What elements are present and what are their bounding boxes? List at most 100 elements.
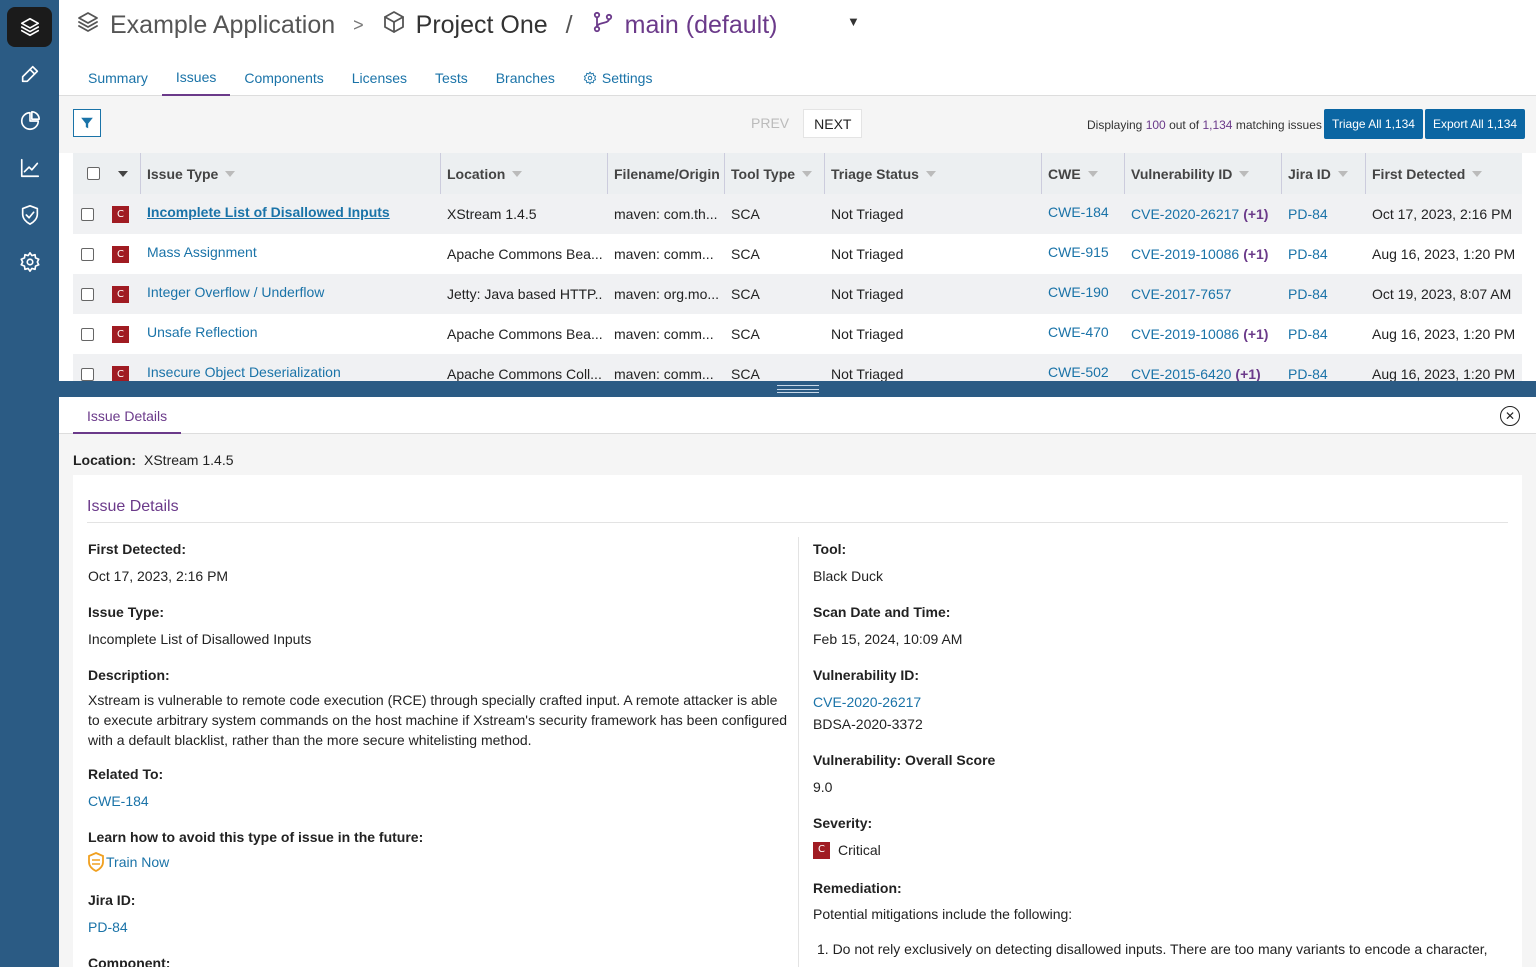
tab-licenses[interactable]: Licenses [338,60,421,96]
tool-value: Black Duck [813,568,884,584]
tab-issues[interactable]: Issues [161,60,231,96]
jira-id-link[interactable]: PD-84 [1288,286,1328,302]
tab-branches[interactable]: Branches [482,60,569,96]
col-first-detected[interactable]: First Detected [1365,153,1522,194]
table-row[interactable]: C Integer Overflow / Underflow Jetty: Ja… [73,274,1522,314]
jira-id-link[interactable]: PD-84 [1288,326,1328,342]
tools-nav-button[interactable] [7,54,52,94]
close-details-button[interactable]: ✕ [1500,406,1520,426]
vulnerability-extra-count[interactable]: (+1) [1235,366,1260,381]
jira-id-value: PD-84 [88,917,128,937]
cwe-link[interactable]: CWE-184 [1048,204,1109,220]
breadcrumb-project[interactable]: Project One [416,11,548,40]
issue-details-panel: Issue Details ✕ Location: XStream 1.4.5 I… [59,397,1536,967]
vulnerability-cve-value: CVE-2020-26217 [813,692,921,712]
gear-icon [19,252,40,272]
breadcrumb-application[interactable]: Example Application [110,11,335,40]
vulnerability-extra-count[interactable]: (+1) [1243,326,1268,342]
page-header: Example Application > Project One / main… [59,0,1536,96]
table-row[interactable]: C Mass Assignment Apache Commons Bea... … [73,234,1522,274]
vulnerability-cve-link[interactable]: CVE-2020-26217 [813,694,921,710]
col-jira-id-label: Jira ID [1288,165,1331,182]
jira-id-cell: PD-84 [1288,274,1363,314]
table-row[interactable]: C Unsafe Reflection Apache Commons Bea..… [73,314,1522,354]
col-triage-status[interactable]: Triage Status [824,153,1041,194]
card-title: Issue Details [87,498,179,515]
train-now-link[interactable]: Train Now [88,852,169,872]
pager: PREV NEXT [741,109,863,138]
row-checkbox[interactable] [81,287,94,301]
col-first-detected-label: First Detected [1372,165,1466,182]
drag-handle-icon[interactable] [777,385,819,393]
row-checkbox[interactable] [81,367,94,381]
cwe-link[interactable]: CWE-502 [1048,364,1109,380]
col-issue-type[interactable]: Issue Type [140,153,440,194]
tab-summary[interactable]: Summary [74,60,162,96]
jira-id-link[interactable]: PD-84 [1288,206,1328,222]
git-branch-icon [591,10,615,41]
related-cwe-link[interactable]: CWE-184 [88,793,149,809]
jira-id-cell: PD-84 [1288,194,1363,234]
col-cwe[interactable]: CWE [1041,153,1124,194]
vulnerability-id-link[interactable]: CVE-2020-26217 [1131,206,1239,222]
origin-cell: maven: comm... [614,246,714,262]
vulnerability-id-link[interactable]: CVE-2015-6420 [1131,366,1231,381]
reports-nav-button[interactable] [7,148,52,188]
branch-selector[interactable]: main (default) [625,11,778,40]
first-detected-cell: Oct 17, 2023, 2:16 PM [1372,206,1513,222]
issue-type-link[interactable]: Insecure Object Deserialization [147,364,341,380]
cwe-link[interactable]: CWE-470 [1048,324,1109,340]
vulnerability-id-link[interactable]: CVE-2019-10086 [1131,326,1239,342]
cwe-link[interactable]: CWE-915 [1048,244,1109,260]
remediation-intro: Potential mitigations include the follow… [813,906,1073,922]
issue-type-link[interactable]: Unsafe Reflection [147,324,258,340]
severity-sort-caret[interactable] [118,170,128,177]
issue-type-link[interactable]: Incomplete List of Disallowed Inputs [147,204,390,220]
select-all-cell [81,153,101,194]
vulnerability-id-link[interactable]: CVE-2019-10086 [1131,246,1239,262]
vulnerability-extra-count[interactable]: (+1) [1243,206,1268,222]
select-all-checkbox[interactable] [87,167,100,180]
vulnerability-extra-count[interactable]: (+1) [1243,246,1268,262]
tool-type-cell: SCA [731,286,760,302]
next-page-button[interactable]: NEXT [803,109,863,138]
issue-details-card: Issue Details First Detected: Oct 17, 20… [73,475,1522,967]
table-row[interactable]: C Incomplete List of Disallowed Inputs X… [73,194,1522,234]
policies-nav-button[interactable] [7,195,52,235]
col-tool-type[interactable]: Tool Type [724,153,824,194]
row-checkbox[interactable] [81,327,94,341]
export-all-button[interactable]: Export All 1,134 [1425,109,1526,139]
applications-nav-button[interactable] [7,7,52,47]
table-row[interactable]: C Insecure Object Deserialization Apache… [73,354,1522,381]
col-filename-origin[interactable]: Filename/Origin [607,153,724,194]
filter-button[interactable] [73,109,101,137]
jira-id-link[interactable]: PD-84 [1288,246,1328,262]
row-checkbox[interactable] [81,247,94,261]
severity-cell: C [112,314,129,354]
dashboard-nav-button[interactable] [7,101,52,141]
jira-id-link[interactable]: PD-84 [88,919,128,935]
tab-tests[interactable]: Tests [421,60,482,96]
prev-page-button[interactable]: PREV [741,109,799,138]
first-detected-value: Oct 17, 2023, 2:16 PM [88,568,229,584]
col-jira-id[interactable]: Jira ID [1281,153,1365,194]
critical-severity-badge: C [112,325,129,343]
settings-nav-button[interactable] [7,242,52,282]
tab-issue-details[interactable]: Issue Details [73,397,182,434]
issues-table: Issue Type Location Filename/Origin Tool… [73,153,1522,381]
col-vulnerability-id[interactable]: Vulnerability ID [1124,153,1281,194]
panel-resize-splitter[interactable] [59,381,1536,397]
tab-components[interactable]: Components [230,60,337,96]
tab-settings[interactable]: Settings [569,60,667,96]
cwe-link[interactable]: CWE-190 [1048,284,1109,300]
sort-caret-icon [512,170,523,177]
col-location[interactable]: Location [440,153,607,194]
issue-type-link[interactable]: Mass Assignment [147,244,257,260]
vulnerability-id-link[interactable]: CVE-2017-7657 [1131,286,1231,302]
first-detected-cell: Aug 16, 2023, 1:20 PM [1372,366,1516,381]
issue-type-link[interactable]: Integer Overflow / Underflow [147,284,324,300]
row-checkbox[interactable] [81,207,94,221]
triage-all-button[interactable]: Triage All 1,134 [1324,109,1423,139]
branch-dropdown-caret[interactable]: ▼ [847,14,860,29]
jira-id-link[interactable]: PD-84 [1288,366,1328,381]
